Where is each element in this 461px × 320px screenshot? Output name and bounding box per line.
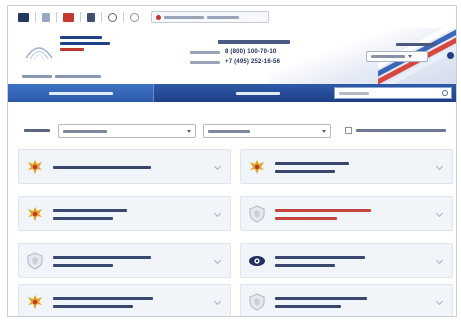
- phone-number[interactable]: +7 (495) 252-16-56: [225, 58, 280, 66]
- chevron-down-icon[interactable]: [213, 209, 222, 218]
- ministry-name-line: [53, 297, 153, 300]
- accessibility-toolbar: [8, 6, 456, 28]
- search-input[interactable]: [334, 87, 452, 99]
- ministry-name-line: [275, 305, 341, 308]
- logo-subtitle: [22, 75, 101, 78]
- ministry-name-line: [275, 170, 335, 173]
- filter-checkbox-label: [356, 129, 446, 132]
- alert-dot-icon: [156, 14, 161, 20]
- hotline-row: 8 (800) 100-70-10: [190, 48, 310, 56]
- chevron-down-icon[interactable]: [213, 162, 222, 171]
- ministry-name-line: [275, 217, 337, 220]
- government-logo-icon[interactable]: [22, 36, 56, 64]
- toolbar-contrast-icon[interactable]: [42, 12, 50, 22]
- chevron-down-icon[interactable]: [435, 256, 444, 265]
- ministry-name-line: [53, 305, 133, 308]
- ministry-name-line: [53, 166, 151, 169]
- toolbar-settings-icon[interactable]: [130, 12, 139, 22]
- main-nav: [8, 84, 456, 102]
- ministry-name-line: [53, 264, 113, 267]
- ministry-card[interactable]: [240, 243, 453, 278]
- chevron-down-icon[interactable]: [435, 297, 444, 306]
- language-block: [366, 43, 454, 62]
- filter-row: [8, 124, 456, 138]
- language-select[interactable]: [366, 51, 428, 62]
- search-icon[interactable]: [442, 90, 448, 96]
- go-button[interactable]: [447, 52, 454, 59]
- ministry-name-line: [275, 297, 367, 300]
- chevron-down-icon[interactable]: [435, 162, 444, 171]
- toolbar-search-icon[interactable]: [108, 12, 117, 22]
- shield-icon: [247, 292, 267, 312]
- ministry-card[interactable]: [18, 243, 231, 278]
- ministry-name: [241, 150, 242, 151]
- ministry-card[interactable]: [18, 149, 231, 184]
- chevron-down-icon: [408, 55, 412, 58]
- browser-window: 8 (800) 100-70-10 +7 (495) 252-16-56: [7, 5, 457, 317]
- eagle-icon: [25, 292, 45, 312]
- shield-icon: [25, 251, 45, 271]
- ministry-card[interactable]: [240, 196, 453, 231]
- ministry-name-line: [275, 264, 335, 267]
- chevron-down-icon: [187, 130, 191, 133]
- chevron-down-icon[interactable]: [213, 297, 222, 306]
- hotline-block: 8 (800) 100-70-10 +7 (495) 252-16-56: [190, 40, 310, 68]
- ministry-name: [19, 285, 20, 286]
- ministry-card[interactable]: [240, 284, 453, 316]
- site-header: 8 (800) 100-70-10 +7 (495) 252-16-56: [8, 28, 456, 84]
- ministry-name: [19, 197, 20, 198]
- eye-icon: [247, 251, 267, 271]
- eagle-icon: [25, 204, 45, 224]
- ministry-card[interactable]: [18, 196, 231, 231]
- eagle-icon: [25, 157, 45, 177]
- ministry-name-line: [53, 256, 151, 259]
- phone-number[interactable]: 8 (800) 100-70-10: [225, 48, 276, 56]
- ministry-card[interactable]: [18, 284, 231, 316]
- ministry-card[interactable]: [240, 149, 453, 184]
- filter-select-two[interactable]: [203, 124, 331, 138]
- eagle-icon: [247, 157, 267, 177]
- filter-label: [24, 129, 50, 132]
- chevron-down-icon: [322, 130, 326, 133]
- language-caption: [396, 43, 436, 46]
- filter-checkbox[interactable]: [345, 127, 352, 134]
- ministry-name-line: [275, 256, 365, 259]
- ministry-name-line: [53, 209, 127, 212]
- toolbar-mail-icon[interactable]: [63, 12, 74, 22]
- address-bar[interactable]: [151, 11, 269, 23]
- filter-select-one[interactable]: [58, 124, 196, 138]
- ministry-name-line: [53, 217, 113, 220]
- ministry-name-line: [275, 162, 349, 165]
- shield-icon: [247, 204, 267, 224]
- hotline-caption: [218, 40, 290, 44]
- ministry-name-line: [275, 209, 371, 212]
- chevron-down-icon[interactable]: [435, 209, 444, 218]
- toolbar-chart-icon[interactable]: [87, 12, 95, 22]
- ministry-name: [19, 150, 20, 151]
- toolbar-menu-icon[interactable]: [18, 12, 29, 22]
- ministry-name: [19, 244, 20, 245]
- tab-secondary[interactable]: [204, 84, 312, 102]
- tab-primary[interactable]: [8, 84, 154, 102]
- ministry-name: [241, 244, 242, 245]
- ministry-name: [241, 285, 242, 286]
- chevron-down-icon[interactable]: [213, 256, 222, 265]
- logo-title: [60, 36, 110, 54]
- ministry-name: [241, 197, 242, 198]
- hotline-row: +7 (495) 252-16-56: [190, 58, 310, 66]
